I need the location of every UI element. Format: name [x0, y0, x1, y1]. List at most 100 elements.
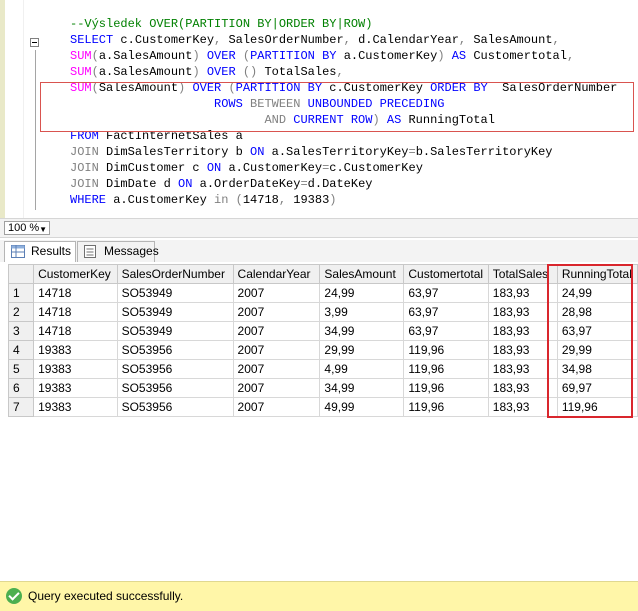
tab-results[interactable]: Results — [4, 241, 76, 262]
column-header[interactable]: Customertotal — [403, 264, 489, 284]
table-cell[interactable]: 63,97 — [556, 321, 638, 341]
table-row[interactable]: 2 14718 SO53949 2007 3,99 63,97 183,93 28,98 — [7, 302, 638, 322]
table-row[interactable]: 6 19383 SO53956 2007 34,99 119,96 183,93 69,97 — [7, 378, 638, 398]
table-cell[interactable]: 2007 — [232, 359, 321, 379]
column-header[interactable]: SalesOrderNumber — [116, 264, 234, 284]
table-cell[interactable]: 119,96 — [403, 340, 489, 360]
table-row[interactable]: 7 19383 SO53956 2007 49,99 119,96 183,93 119,96 — [7, 397, 638, 417]
table-cell[interactable]: 34,99 — [319, 378, 405, 398]
table-cell[interactable]: 19383 — [33, 340, 118, 360]
row-number[interactable]: 6 — [7, 378, 35, 398]
code-token: SUM — [70, 65, 92, 79]
table-cell[interactable]: 14718 — [33, 283, 118, 303]
code-token: PARTITION BY — [250, 49, 344, 63]
table-cell[interactable]: 2007 — [232, 378, 321, 398]
table-cell[interactable]: 63,97 — [403, 283, 489, 303]
table-row[interactable]: 4 19383 SO53956 2007 29,99 119,96 183,93 29,99 — [7, 340, 638, 360]
table-cell[interactable]: 119,96 — [556, 397, 638, 417]
row-number[interactable]: 7 — [7, 397, 35, 417]
table-cell[interactable]: 49,99 — [319, 397, 405, 417]
code-line[interactable]: SUM(a.SalesAmount) OVER () TotalSales, — [70, 64, 344, 80]
code-line[interactable]: JOIN DimDate d ON a.OrderDateKey=d.DateK… — [70, 176, 372, 192]
column-header[interactable]: CustomerKey — [33, 264, 118, 284]
table-cell[interactable]: 183,93 — [487, 321, 558, 341]
code-token: a.CustomerKey — [343, 49, 438, 63]
table-cell[interactable]: 119,96 — [403, 397, 489, 417]
table-cell[interactable]: SO53956 — [116, 359, 234, 379]
code-token: = — [300, 177, 308, 191]
code-line[interactable]: JOIN DimSalesTerritory b ON a.SalesTerri… — [70, 144, 553, 160]
table-cell[interactable]: 28,98 — [556, 302, 638, 322]
column-header[interactable]: SalesAmount — [319, 264, 405, 284]
table-cell[interactable]: 19383 — [33, 359, 118, 379]
table-cell[interactable]: 3,99 — [319, 302, 405, 322]
row-number[interactable]: 3 — [7, 321, 35, 341]
table-cell[interactable]: 2007 — [232, 302, 321, 322]
code-line[interactable]: --Výsledek OVER(PARTITION BY|ORDER BY|RO… — [70, 16, 372, 32]
table-cell[interactable]: 19383 — [33, 397, 118, 417]
collapse-toggle-icon[interactable] — [30, 38, 39, 47]
table-cell[interactable]: 14718 — [33, 302, 118, 322]
sql-editor[interactable]: --Výsledek OVER(PARTITION BY|ORDER BY|RO… — [0, 0, 638, 218]
code-token: , — [336, 65, 344, 79]
code-token: , — [343, 33, 359, 47]
tab-messages[interactable]: Messages — [77, 241, 159, 262]
column-header[interactable]: TotalSales — [487, 264, 558, 284]
row-number[interactable]: 4 — [7, 340, 35, 360]
table-cell[interactable]: 183,93 — [487, 340, 558, 360]
corner-cell[interactable] — [7, 264, 35, 284]
code-token: a.SalesTerritoryKey — [271, 145, 409, 159]
table-cell[interactable]: 19383 — [33, 378, 118, 398]
table-cell[interactable]: SO53956 — [116, 397, 234, 417]
table-cell[interactable]: 119,96 — [403, 378, 489, 398]
table-cell[interactable]: 24,99 — [556, 283, 638, 303]
code-token: d.CalendarYear — [358, 33, 459, 47]
table-cell[interactable]: 2007 — [232, 283, 321, 303]
table-cell[interactable]: 119,96 — [403, 359, 489, 379]
row-number[interactable]: 2 — [7, 302, 35, 322]
results-table[interactable]: CustomerKey SalesOrderNumber CalendarYear S… — [7, 264, 638, 417]
code-token: JOIN — [70, 177, 107, 191]
row-number[interactable]: 5 — [7, 359, 35, 379]
table-cell[interactable]: 63,97 — [403, 302, 489, 322]
table-cell[interactable]: 183,93 — [487, 283, 558, 303]
header-row: CustomerKey SalesOrderNumber CalendarYear S… — [7, 264, 638, 284]
table-cell[interactable]: 183,93 — [487, 359, 558, 379]
table-cell[interactable]: 34,98 — [556, 359, 638, 379]
table-cell[interactable]: 29,99 — [556, 340, 638, 360]
code-line[interactable]: SELECT c.CustomerKey, SalesOrderNumber, … — [70, 32, 560, 48]
table-row[interactable]: 3 14718 SO53949 2007 34,99 63,97 183,93 63,97 — [7, 321, 638, 341]
table-cell[interactable]: 2007 — [232, 340, 321, 360]
table-cell[interactable]: 2007 — [232, 397, 321, 417]
table-cell[interactable]: 2007 — [232, 321, 321, 341]
table-row[interactable]: 1 14718 SO53949 2007 24,99 63,97 183,93 24,99 — [7, 283, 638, 303]
table-cell[interactable]: 63,97 — [403, 321, 489, 341]
column-header[interactable]: CalendarYear — [232, 264, 321, 284]
table-cell[interactable]: SO53956 — [116, 378, 234, 398]
table-row[interactable]: 5 19383 SO53956 2007 4,99 119,96 183,93 34,98 — [7, 359, 638, 379]
chevron-down-icon: ▼ — [39, 225, 47, 234]
zoom-select[interactable]: 100 % ▼ — [4, 221, 50, 235]
table-cell[interactable]: 4,99 — [319, 359, 405, 379]
table-cell[interactable]: 183,93 — [487, 397, 558, 417]
table-cell[interactable]: SO53949 — [116, 283, 234, 303]
table-cell[interactable]: SO53956 — [116, 340, 234, 360]
code-token: AS — [451, 49, 474, 63]
table-cell[interactable]: 183,93 — [487, 378, 558, 398]
table-cell[interactable]: SO53949 — [116, 321, 234, 341]
table-cell[interactable]: 183,93 — [487, 302, 558, 322]
table-cell[interactable]: 69,97 — [556, 378, 638, 398]
results-grid[interactable]: CustomerKey SalesOrderNumber CalendarYear S… — [0, 262, 638, 580]
table-cell[interactable]: 24,99 — [319, 283, 405, 303]
table-cell[interactable]: 14718 — [33, 321, 118, 341]
code-line[interactable]: WHERE a.CustomerKey in (14718, 19383) — [70, 192, 337, 208]
column-header[interactable]: RunningTotal — [556, 264, 638, 284]
code-line[interactable]: JOIN DimCustomer c ON a.CustomerKey=c.Cu… — [70, 160, 423, 176]
table-cell[interactable]: 29,99 — [319, 340, 405, 360]
table-cell[interactable]: 34,99 — [319, 321, 405, 341]
table-cell[interactable]: SO53949 — [116, 302, 234, 322]
row-number[interactable]: 1 — [7, 283, 35, 303]
code-token: a.CustomerKey — [113, 193, 215, 207]
code-line[interactable]: SUM(a.SalesAmount) OVER (PARTITION BY a.… — [70, 48, 574, 64]
code-token: SELECT — [70, 33, 121, 47]
